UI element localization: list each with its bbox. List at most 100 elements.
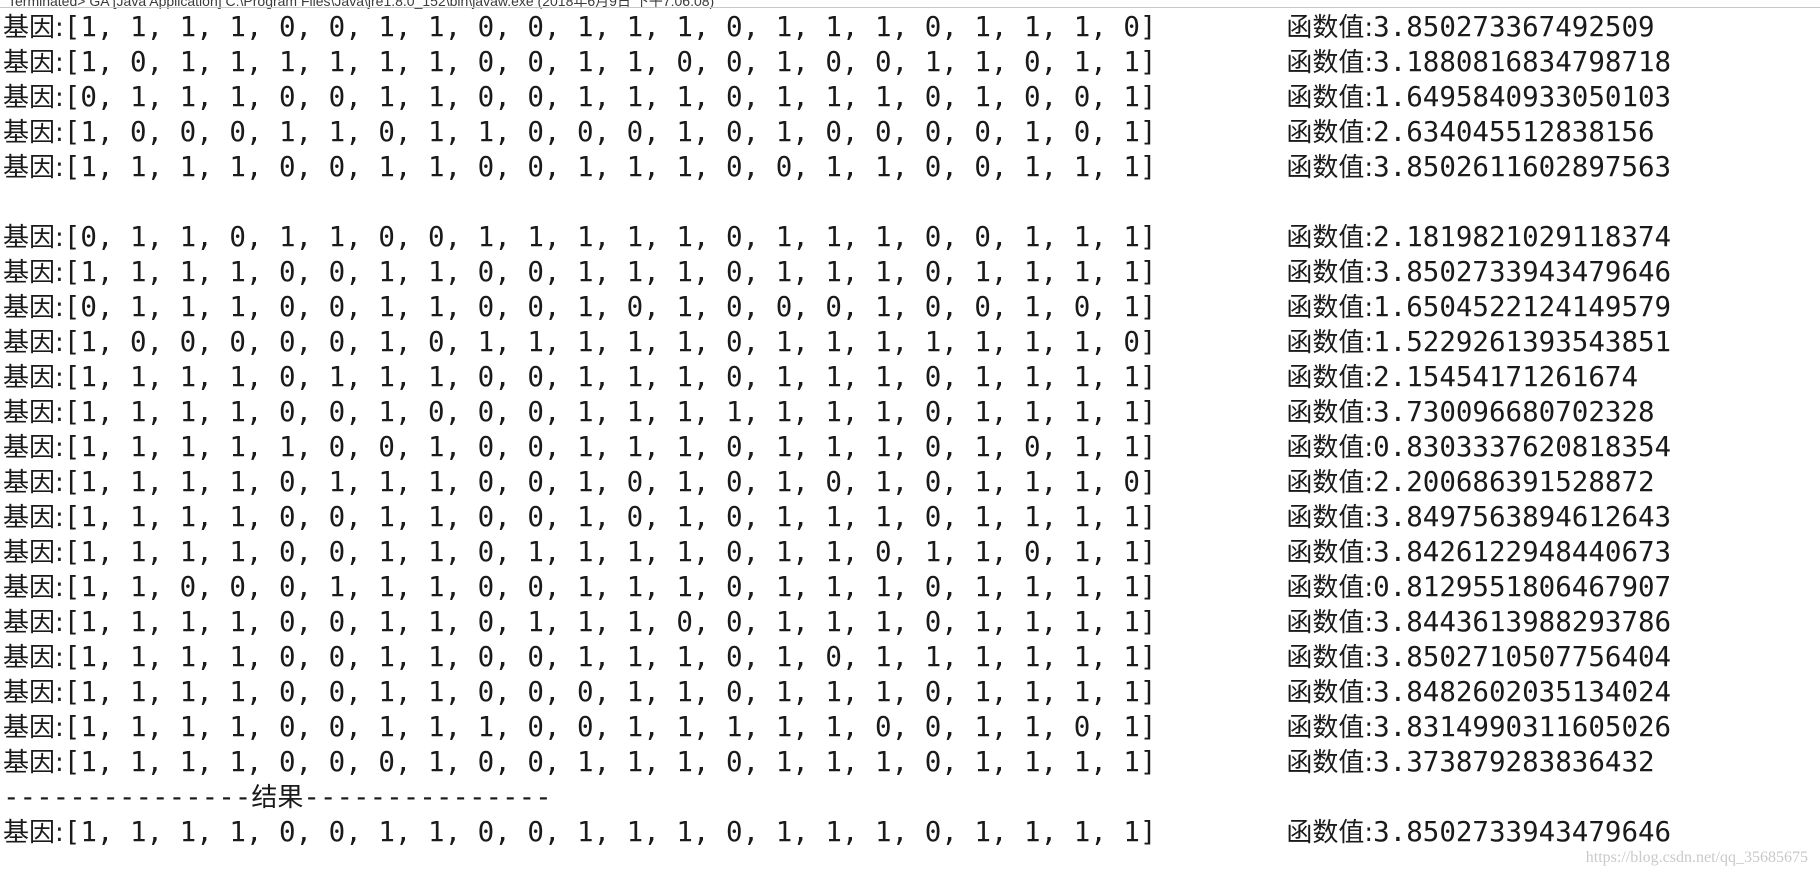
value-label: 函数值: xyxy=(1286,573,1374,603)
function-value: 3.8502733943479646 xyxy=(1373,816,1672,848)
value-label: 函数值: xyxy=(1286,748,1374,778)
gene-array: [1, 1, 1, 1, 0, 0, 1, 1, 0, 0, 0, 1, 1, … xyxy=(63,676,1157,708)
function-value: 2.634045512838156 xyxy=(1373,116,1655,148)
function-value: 3.730096680702328 xyxy=(1373,396,1655,428)
output-line: 基因:[1, 1, 1, 1, 0, 0, 1, 1, 1, 0, 0, 1, … xyxy=(3,710,1813,745)
value-label: 函数值: xyxy=(1286,153,1374,183)
output-line: 基因:[1, 0, 0, 0, 1, 1, 0, 1, 1, 0, 0, 0, … xyxy=(3,115,1813,150)
output-line: 基因:[1, 0, 0, 0, 0, 0, 1, 0, 1, 1, 1, 1, … xyxy=(3,325,1813,360)
function-value: 1.6504522124149579 xyxy=(1373,291,1672,323)
console-status-text: Terminated> GA [Java Application] C:\Pro… xyxy=(8,0,715,9)
console-view[interactable]: Terminated> GA [Java Application] C:\Pro… xyxy=(0,0,1820,871)
value-label: 函数值: xyxy=(1286,258,1374,288)
result-line: 基因:[1, 1, 1, 1, 0, 0, 1, 1, 0, 0, 1, 1, … xyxy=(3,815,1813,850)
gene-label: 基因: xyxy=(3,433,64,463)
value-label: 函数值: xyxy=(1286,48,1374,78)
value-label: 函数值: xyxy=(1286,818,1374,848)
gene-label: 基因: xyxy=(3,48,64,78)
gene-array: [1, 1, 1, 1, 0, 0, 1, 1, 0, 0, 1, 1, 1, … xyxy=(63,641,1157,673)
gene-array: [1, 1, 0, 0, 0, 1, 1, 1, 0, 0, 1, 1, 1, … xyxy=(63,571,1157,603)
value-label: 函数值: xyxy=(1286,608,1374,638)
function-value: 3.8502733943479646 xyxy=(1373,256,1672,288)
value-label: 函数值: xyxy=(1286,643,1374,673)
gene-label: 基因: xyxy=(3,713,64,743)
output-line: 基因:[1, 1, 1, 1, 0, 0, 1, 0, 0, 0, 1, 1, … xyxy=(3,395,1813,430)
value-label: 函数值: xyxy=(1286,678,1374,708)
gene-array: [1, 1, 1, 1, 1, 0, 0, 1, 0, 0, 1, 1, 1, … xyxy=(63,431,1157,463)
output-line: 基因:[1, 1, 1, 1, 0, 0, 1, 1, 0, 1, 1, 1, … xyxy=(3,535,1813,570)
separator-dashes-right: --------------- xyxy=(303,781,552,813)
gene-array: [1, 1, 1, 1, 0, 1, 1, 1, 0, 0, 1, 1, 1, … xyxy=(63,361,1157,393)
gene-label: 基因: xyxy=(3,118,64,148)
output-line: 基因:[1, 1, 1, 1, 0, 0, 0, 1, 0, 0, 1, 1, … xyxy=(3,745,1813,780)
value-label: 函数值: xyxy=(1286,83,1374,113)
gene-array: [1, 1, 1, 1, 0, 0, 1, 1, 0, 0, 1, 1, 1, … xyxy=(63,816,1157,848)
gene-array: [0, 1, 1, 1, 0, 0, 1, 1, 0, 0, 1, 1, 1, … xyxy=(63,81,1157,113)
gene-label: 基因: xyxy=(3,538,64,568)
output-line: 基因:[0, 1, 1, 1, 0, 0, 1, 1, 0, 0, 1, 1, … xyxy=(3,80,1813,115)
output-line: 基因:[0, 1, 1, 0, 1, 1, 0, 0, 1, 1, 1, 1, … xyxy=(3,220,1813,255)
function-value: 3.373879283836432 xyxy=(1373,746,1655,778)
gene-array: [1, 1, 1, 1, 0, 0, 1, 1, 0, 0, 1, 1, 1, … xyxy=(63,11,1157,43)
output-line: 基因:[1, 1, 1, 1, 0, 1, 1, 1, 0, 0, 1, 1, … xyxy=(3,360,1813,395)
function-value: 3.8502710507756404 xyxy=(1373,641,1672,673)
function-value: 3.8314990311605026 xyxy=(1373,711,1672,743)
gene-label: 基因: xyxy=(3,328,64,358)
gene-label: 基因: xyxy=(3,258,64,288)
value-label: 函数值: xyxy=(1286,13,1374,43)
value-label: 函数值: xyxy=(1286,363,1374,393)
value-label: 函数值: xyxy=(1286,468,1374,498)
function-value: 3.850273367492509 xyxy=(1373,11,1655,43)
output-line: 基因:[1, 1, 0, 0, 0, 1, 1, 1, 0, 0, 1, 1, … xyxy=(3,570,1813,605)
function-value: 3.8482602035134024 xyxy=(1373,676,1672,708)
function-value: 1.6495840933050103 xyxy=(1373,81,1672,113)
value-label: 函数值: xyxy=(1286,713,1374,743)
value-label: 函数值: xyxy=(1286,433,1374,463)
function-value: 0.8303337620818354 xyxy=(1373,431,1672,463)
gene-label: 基因: xyxy=(3,363,64,393)
value-label: 函数值: xyxy=(1286,293,1374,323)
gene-array: [1, 1, 1, 1, 0, 0, 1, 1, 0, 0, 1, 1, 1, … xyxy=(63,151,1157,183)
function-value: 3.8443613988293786 xyxy=(1373,606,1672,638)
gene-label: 基因: xyxy=(3,153,64,183)
gene-array: [0, 1, 1, 1, 0, 0, 1, 1, 0, 0, 1, 0, 1, … xyxy=(63,291,1157,323)
console-output[interactable]: 基因:[1, 1, 1, 1, 0, 0, 1, 1, 0, 0, 1, 1, … xyxy=(3,10,1813,850)
output-line: 基因:[0, 1, 1, 1, 0, 0, 1, 1, 0, 0, 1, 0, … xyxy=(3,290,1813,325)
output-line: 基因:[1, 1, 1, 1, 1, 0, 0, 1, 0, 0, 1, 1, … xyxy=(3,430,1813,465)
gene-array: [1, 1, 1, 1, 0, 0, 1, 1, 0, 0, 1, 0, 1, … xyxy=(63,501,1157,533)
output-line: 基因:[1, 1, 1, 1, 0, 0, 1, 1, 0, 1, 1, 1, … xyxy=(3,605,1813,640)
gene-label: 基因: xyxy=(3,83,64,113)
output-line: 基因:[1, 1, 1, 1, 0, 0, 1, 1, 0, 0, 1, 1, … xyxy=(3,640,1813,675)
output-line: 基因:[1, 0, 1, 1, 1, 1, 1, 1, 0, 0, 1, 1, … xyxy=(3,45,1813,80)
output-line: 基因:[1, 1, 1, 1, 0, 0, 1, 1, 0, 0, 1, 1, … xyxy=(3,255,1813,290)
value-label: 函数值: xyxy=(1286,538,1374,568)
separator-label: 结果 xyxy=(251,783,304,813)
gene-array: [1, 1, 1, 1, 0, 0, 1, 1, 0, 0, 1, 1, 1, … xyxy=(63,256,1157,288)
function-value: 1.5229261393543851 xyxy=(1373,326,1672,358)
value-label: 函数值: xyxy=(1286,328,1374,358)
gene-label: 基因: xyxy=(3,13,64,43)
gene-label: 基因: xyxy=(3,293,64,323)
gene-array: [1, 1, 1, 1, 0, 0, 0, 1, 0, 0, 1, 1, 1, … xyxy=(63,746,1157,778)
gene-label: 基因: xyxy=(3,748,64,778)
gene-array: [1, 1, 1, 1, 0, 0, 1, 0, 0, 0, 1, 1, 1, … xyxy=(63,396,1157,428)
gene-array: [1, 0, 1, 1, 1, 1, 1, 1, 0, 0, 1, 1, 0, … xyxy=(63,46,1157,78)
gene-array: [0, 1, 1, 0, 1, 1, 0, 0, 1, 1, 1, 1, 1, … xyxy=(63,221,1157,253)
gene-label: 基因: xyxy=(3,223,64,253)
gene-array: [1, 1, 1, 1, 0, 0, 1, 1, 1, 0, 0, 1, 1, … xyxy=(63,711,1157,743)
gene-label: 基因: xyxy=(3,398,64,428)
console-status-bar: Terminated> GA [Java Application] C:\Pro… xyxy=(0,0,1820,10)
function-value: 3.8502611602897563 xyxy=(1373,151,1672,183)
gene-array: [1, 1, 1, 1, 0, 0, 1, 1, 0, 1, 1, 1, 1, … xyxy=(63,536,1157,568)
gene-label: 基因: xyxy=(3,573,64,603)
output-line: 基因:[1, 1, 1, 1, 0, 0, 1, 1, 0, 0, 1, 0, … xyxy=(3,500,1813,535)
value-label: 函数值: xyxy=(1286,223,1374,253)
function-value: 3.8426122948440673 xyxy=(1373,536,1672,568)
function-value: 3.1880816834798718 xyxy=(1373,46,1672,78)
result-separator: ---------------结果--------------- xyxy=(3,780,1813,815)
output-section-evolved: 基因:[0, 1, 1, 0, 1, 1, 0, 0, 1, 1, 1, 1, … xyxy=(3,220,1813,780)
value-label: 函数值: xyxy=(1286,398,1374,428)
output-section-initial: 基因:[1, 1, 1, 1, 0, 0, 1, 1, 0, 0, 1, 1, … xyxy=(3,10,1813,185)
function-value: 3.8497563894612643 xyxy=(1373,501,1672,533)
